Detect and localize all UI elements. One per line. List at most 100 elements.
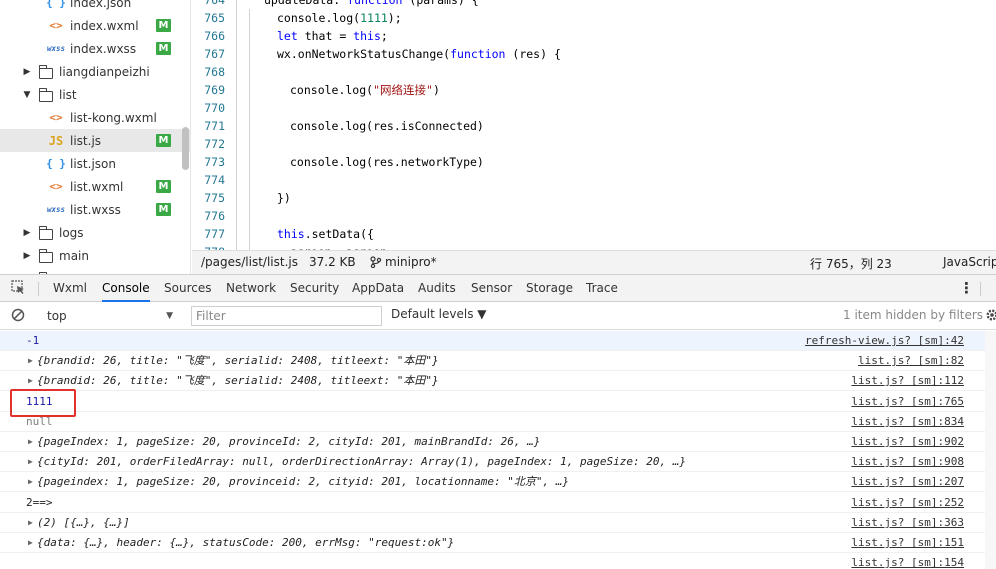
devtools-tab-bar: Wxml Console Sources Network Security AppData… [0,274,996,302]
source-link[interactable]: list.js? [sm]:207 [851,472,964,492]
code-line[interactable]: 771 console.log(res.isConnected) [192,117,996,135]
console-message[interactable]: ▶ {pageindex: 1, pageSize: 20, provinceid… [0,472,996,492]
console-message: null list.js? [sm]:834 [0,412,996,432]
tree-file[interactable]: wxss index.wxss M [0,37,190,60]
message-text: {brandid: 26, title: "飞度", serialid: 240… [37,354,439,367]
console-message[interactable]: ▶ {data: {…}, header: {…}, statusCode: 20… [0,533,996,553]
console-message[interactable]: ▶ {brandid: 26, title: "飞度", serialid: 24… [0,351,996,371]
expand-arrow-icon[interactable]: ▶ [28,533,33,553]
console-scrollbar[interactable] [985,331,996,569]
log-levels-dropdown[interactable]: Default levels ▼ [391,307,487,321]
source-link[interactable]: list.js? [sm]:765 [851,392,964,412]
expand-arrow-icon[interactable]: ▶ [28,472,33,492]
message-text: 2==> [26,496,53,509]
source-link[interactable]: refresh-view.js? [sm]:42 [805,331,964,351]
source-link[interactable]: list.js? [sm]:908 [851,452,964,472]
chevron-down-icon[interactable]: ▼ [22,90,32,100]
code-line[interactable]: 767 wx.onNetworkStatusChange(function (re… [192,45,996,63]
expand-arrow-icon[interactable]: ▶ [28,351,33,371]
code-line[interactable]: 773 console.log(res.networkType) [192,153,996,171]
code-text: console.log(res.isConnected) [290,119,484,133]
tree-item-label: index.wxml [70,18,139,33]
tab-sources[interactable]: Sources [164,275,211,302]
indent-guide [236,81,237,99]
code-line[interactable]: 766 let that = this; [192,27,996,45]
expand-arrow-icon[interactable]: ▶ [28,371,33,391]
console-message[interactable]: ▶ {brandid: 26, title: "飞度", serialid: 24… [0,371,996,391]
code-line[interactable]: 770 [192,99,996,117]
code-line[interactable]: 778 screen: screen, [192,243,996,250]
git-branch[interactable]: minipro* [385,255,437,269]
tree-file[interactable]: { } list.json [0,152,190,175]
code-line[interactable]: 774 [192,171,996,189]
code-editor[interactable]: 764 updateData: function (params) {765 con… [192,0,996,250]
code-line[interactable]: 765 console.log(1111); [192,9,996,27]
tree-file[interactable]: wxss list.wxss M [0,198,190,221]
source-link[interactable]: list.js? [sm]:252 [851,493,964,513]
wxml-file-icon: <> [49,180,63,193]
source-link[interactable]: list.js? [sm]:112 [851,371,964,391]
tree-folder[interactable]: ▶ main [0,244,190,267]
source-link[interactable]: list.js? [sm]:834 [851,412,964,432]
more-vert-icon[interactable]: ⋮ [959,275,974,302]
line-number: 770 [204,101,225,115]
source-link[interactable]: list.js? [sm]:902 [851,432,964,452]
console-message[interactable]: ▶ {pageIndex: 1, pageSize: 20, provinceId… [0,432,996,452]
cursor-position[interactable]: 行 765，列 23 [810,255,892,272]
tree-folder[interactable]: ▶ liangdianpeizhi [0,60,190,83]
code-line[interactable]: 772 [192,135,996,153]
code-line[interactable]: 768 [192,63,996,81]
chevron-right-icon[interactable]: ▶ [22,67,32,77]
tree-file[interactable]: { } index.json [0,0,190,14]
editor-status-bar: /pages/list/list.js 37.2 KB minipro* 行 7… [192,250,996,274]
console-toolbar: top ▼ Default levels ▼ 1 item hidden by … [0,302,996,330]
source-link[interactable]: list.js? [sm]:154 [851,553,964,569]
expand-arrow-icon[interactable]: ▶ [28,432,33,452]
source-link[interactable]: list.js? [sm]:82 [858,351,964,371]
git-branch-icon [370,255,382,269]
tab-wxml[interactable]: Wxml [53,275,87,302]
source-link[interactable]: list.js? [sm]:151 [851,533,964,553]
filter-input[interactable] [191,306,382,326]
tab-sensor[interactable]: Sensor [471,275,512,302]
console-message[interactable]: ▶ (2) [{…}, {…}] list.js? [sm]:363 [0,513,996,533]
code-line[interactable]: 777 this.setData({ [192,225,996,243]
chevron-right-icon[interactable]: ▶ [22,228,32,238]
chevron-right-icon[interactable]: ▶ [22,251,32,261]
tab-security[interactable]: Security [290,275,339,302]
tab-storage[interactable]: Storage [526,275,573,302]
inspect-element-icon[interactable] [11,275,26,302]
tree-folder[interactable]: ▶my [0,267,190,274]
console-message[interactable]: ▶ {cityId: 201, orderFiledArray: null, or… [0,452,996,472]
code-line[interactable]: 776 [192,207,996,225]
gear-icon[interactable] [985,307,996,326]
tree-file[interactable]: <> list.wxml M [0,175,190,198]
tab-network[interactable]: Network [226,275,276,302]
code-text: console.log(1111); [277,11,402,25]
tab-appdata[interactable]: AppData [352,275,404,302]
source-link[interactable]: list.js? [sm]:363 [851,513,964,533]
tree-file[interactable]: <> list-kong.wxml [0,106,190,129]
language-mode[interactable]: JavaScript [943,255,996,269]
context-selector[interactable]: top ▼ [39,306,179,326]
code-line[interactable]: 769 console.log("网络连接") [192,81,996,99]
console-log: -1 refresh-view.js? [sm]:42 ▶ {brandid: 26,… [0,331,996,569]
tree-scrollbar[interactable] [182,127,189,170]
code-line[interactable]: 764 updateData: function (params) { [192,0,996,9]
tab-audits[interactable]: Audits [418,275,456,302]
tree-file[interactable]: JS list.js M [0,129,190,152]
line-number: 774 [204,173,225,187]
tree-folder[interactable]: ▼ list [0,83,190,106]
message-text: {brandid: 26, title: "飞度", serialid: 240… [37,374,439,387]
tree-folder[interactable]: ▶ logs [0,221,190,244]
expand-arrow-icon[interactable]: ▶ [28,452,33,472]
tab-trace[interactable]: Trace [586,275,618,302]
code-line[interactable]: 775}) [192,189,996,207]
tree-item-label: list.js [70,133,102,148]
clear-console-icon[interactable] [11,308,25,325]
tree-file[interactable]: <> index.wxml M [0,14,190,37]
code-text: }) [277,191,291,205]
expand-arrow-icon[interactable]: ▶ [28,513,33,533]
tab-console[interactable]: Console [102,275,150,302]
line-number: 773 [204,155,225,169]
